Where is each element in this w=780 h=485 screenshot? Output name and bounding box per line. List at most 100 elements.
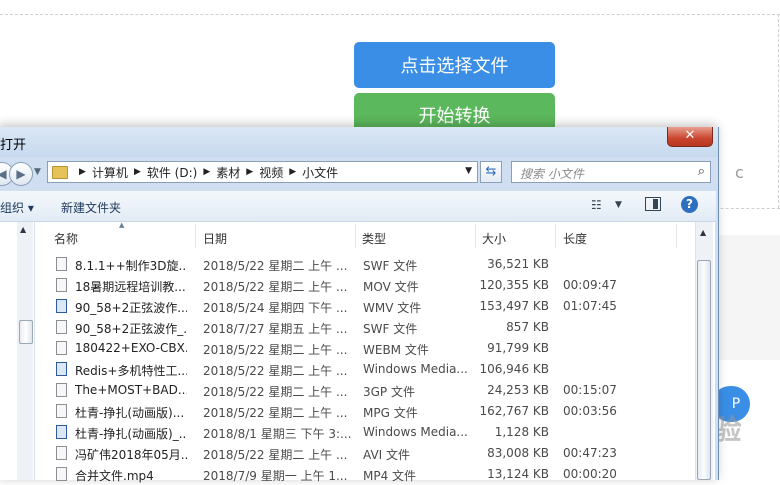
file-date: 2018/5/22 星期二 上午 ...: [203, 280, 348, 294]
file-name: 合并文件.mp4: [75, 469, 154, 483]
breadcrumb-separator-icon[interactable]: ▶: [289, 167, 296, 177]
file-row[interactable]: 杜青-挣扎(动画版)_... 2018/8/1 星期三 下午 3:... Windo…: [35, 422, 695, 443]
file-length: 00:47:23: [563, 446, 617, 460]
file-name: The+MOST+BAD...: [75, 383, 187, 397]
file-type: AVI 文件: [363, 448, 411, 462]
wmv-file-icon: [56, 425, 67, 439]
file-name: 18暑期远程培训教...: [75, 280, 186, 294]
file-length: 00:09:47: [563, 278, 617, 292]
dashed-border-right: [778, 14, 779, 208]
breadcrumb-sucai[interactable]: 素材: [216, 164, 240, 181]
breadcrumb-separator-icon[interactable]: ▶: [134, 167, 141, 177]
help-icon[interactable]: ?: [681, 196, 698, 213]
close-button[interactable]: ✕: [667, 127, 713, 147]
dialog-toolbar: 组织 ▾ 新建文件夹 ☷ ▼ ?: [0, 191, 716, 222]
close-icon: ✕: [684, 128, 696, 143]
refresh-button[interactable]: ⇆: [480, 161, 502, 183]
file-date: 2018/5/22 星期二 上午 ...: [203, 385, 348, 399]
file-row[interactable]: 90_58+2正弦波作... 2018/5/24 星期四 下午 ... WMV 文件…: [35, 296, 695, 317]
column-type[interactable]: 类型: [362, 230, 386, 247]
column-size[interactable]: 大小: [482, 230, 506, 247]
file-date: 2018/5/22 星期二 上午 ...: [203, 448, 348, 462]
breadcrumb-separator-icon[interactable]: ▶: [79, 167, 86, 177]
breadcrumb-xiaowenjian[interactable]: 小文件: [302, 164, 338, 181]
file-row[interactable]: 90_58+2正弦波作_... 2018/7/27 星期五 上午 ... SWF 文…: [35, 317, 695, 338]
address-bar[interactable]: ▶ 计算机 ▶ 软件 (D:) ▶ 素材 ▶ 视频 ▶ 小文件 ▼: [47, 161, 478, 183]
file-date: 2018/7/27 星期五 上午 ...: [203, 322, 348, 336]
breadcrumb-computer[interactable]: 计算机: [92, 164, 128, 181]
swf-file-icon: [56, 257, 67, 271]
file-type: Windows Media...: [363, 362, 468, 376]
background-panel: [718, 235, 780, 360]
breadcrumb-separator-icon[interactable]: ▶: [246, 167, 253, 177]
file-row[interactable]: 冯矿伟2018年05月... 2018/5/22 星期二 上午 ... AVI 文件…: [35, 443, 695, 464]
file-list-scrollbar[interactable]: ▲: [695, 222, 713, 480]
recent-locations-dropdown[interactable]: ▼: [34, 167, 41, 177]
nav-scroll-thumb[interactable]: [19, 320, 33, 344]
column-date[interactable]: 日期: [203, 230, 227, 247]
view-options-icon[interactable]: ☷: [591, 198, 602, 212]
file-length: 00:15:07: [563, 383, 617, 397]
file-name: 8.1.1++制作3D旋...: [75, 259, 187, 273]
file-row[interactable]: 8.1.1++制作3D旋... 2018/5/22 星期二 上午 ... SWF 文…: [35, 254, 695, 275]
folder-icon: [52, 165, 68, 179]
column-divider[interactable]: [676, 224, 677, 248]
file-date: 2018/7/9 星期一 上午 1...: [203, 469, 348, 483]
file-size: 36,521 KB: [487, 257, 549, 271]
file-name: 90_58+2正弦波作...: [75, 301, 187, 315]
sort-ascending-icon: ▲: [119, 221, 125, 229]
file-type: MOV 文件: [363, 280, 419, 294]
file-row[interactable]: Redis+多机特性工... 2018/5/22 星期二 上午 ... Window…: [35, 359, 695, 380]
file-row[interactable]: 杜青-挣扎(动画版)... 2018/5/22 星期二 上午 ... MPG 文件 1…: [35, 401, 695, 422]
wmv-file-icon: [56, 362, 67, 376]
forward-button[interactable]: ▶: [9, 162, 33, 186]
file-date: 2018/5/22 星期二 上午 ...: [203, 364, 348, 378]
search-placeholder: 搜索 小文件: [520, 167, 584, 181]
file-size: 13,124 KB: [487, 467, 549, 481]
file-row[interactable]: 合并文件.mp4 2018/7/9 星期一 上午 1... MP4 文件 13,124…: [35, 464, 695, 485]
column-name[interactable]: 名称: [54, 230, 78, 247]
file-size: 153,497 KB: [479, 299, 549, 313]
view-dropdown-icon[interactable]: ▼: [615, 200, 622, 210]
breadcrumb-shipin[interactable]: 视频: [259, 164, 283, 181]
file-size: 857 KB: [506, 320, 549, 334]
scroll-up-icon[interactable]: ▲: [700, 228, 706, 237]
navigation-pane: ▲: [0, 222, 35, 480]
column-divider[interactable]: [195, 224, 196, 248]
file-length: 00:00:20: [563, 467, 617, 481]
new-folder-button[interactable]: 新建文件夹: [61, 199, 121, 216]
dialog-titlebar[interactable]: 打开 ✕: [0, 127, 718, 157]
search-input[interactable]: 搜索 小文件 ⌕: [511, 161, 711, 183]
organize-menu[interactable]: 组织 ▾: [0, 199, 34, 216]
preview-pane-icon[interactable]: [645, 197, 661, 211]
file-type: Windows Media...: [363, 425, 468, 439]
file-name: 180422+EXO-CBX...: [75, 341, 187, 355]
column-divider[interactable]: [555, 224, 556, 248]
3gp-file-icon: [56, 383, 67, 397]
address-row: ◀ ▶ ▼ ▶ 计算机 ▶ 软件 (D:) ▶ 素材 ▶ 视频 ▶ 小文件 ▼ …: [0, 157, 718, 189]
address-dropdown-icon[interactable]: ▼: [465, 166, 472, 176]
back-arrow-icon: ◀: [0, 167, 7, 181]
search-icon[interactable]: ⌕: [698, 164, 705, 179]
file-row[interactable]: The+MOST+BAD... 2018/5/22 星期二 上午 ... 3GP 文…: [35, 380, 695, 401]
file-list: ▲ 名称 日期 类型 大小 长度 8.1.1++制作3D旋... 2018/5/2…: [35, 221, 715, 483]
scroll-thumb[interactable]: [697, 260, 711, 480]
file-name: 冯矿伟2018年05月...: [75, 448, 187, 462]
file-row[interactable]: 180422+EXO-CBX... 2018/5/22 星期二 上午 ... WEB…: [35, 338, 695, 359]
file-size: 83,008 KB: [487, 446, 549, 460]
nav-scrollbar[interactable]: [17, 222, 33, 480]
file-date: 2018/5/22 星期二 上午 ...: [203, 259, 348, 273]
column-divider[interactable]: [355, 224, 356, 248]
nav-scroll-up-icon[interactable]: ▲: [20, 225, 26, 234]
breadcrumb-separator-icon[interactable]: ▶: [203, 167, 210, 177]
open-file-dialog: 打开 ✕ ◀ ▶ ▼ ▶ 计算机 ▶ 软件 (D:) ▶ 素材 ▶ 视频 ▶ 小…: [0, 127, 719, 483]
file-length: 00:03:56: [563, 404, 617, 418]
column-divider[interactable]: [475, 224, 476, 248]
file-row[interactable]: 18暑期远程培训教... 2018/5/22 星期二 上午 ... MOV 文件 12…: [35, 275, 695, 296]
column-length[interactable]: 长度: [563, 230, 587, 247]
file-size: 120,355 KB: [479, 278, 549, 292]
select-file-button[interactable]: 点击选择文件: [354, 42, 555, 88]
background-text: c: [735, 163, 744, 182]
breadcrumb-drive-d[interactable]: 软件 (D:): [147, 164, 197, 181]
column-header: ▲ 名称 日期 类型 大小 长度: [35, 221, 695, 250]
